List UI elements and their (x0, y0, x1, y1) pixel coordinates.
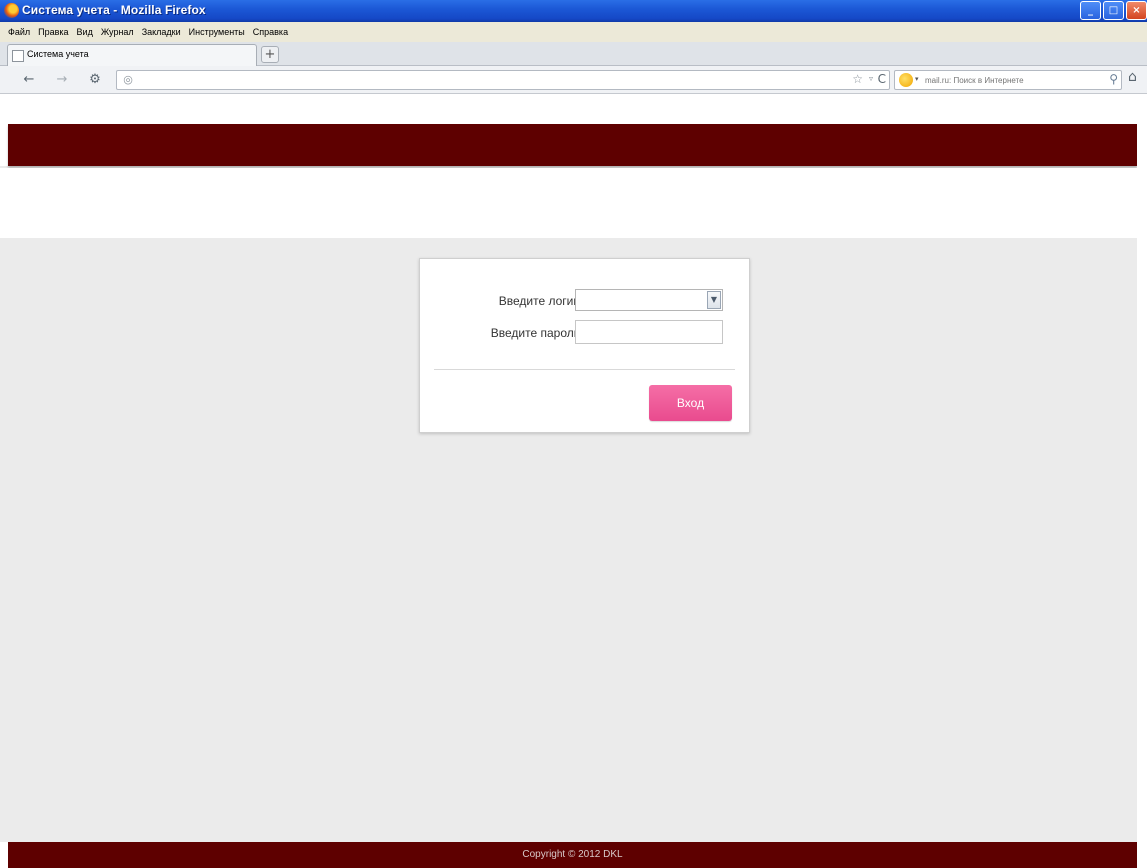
window-title: Система учета - Mozilla Firefox (22, 3, 206, 17)
search-engine-dropdown-icon[interactable]: ▾ (915, 75, 919, 83)
maximize-icon: □ (1108, 5, 1119, 16)
copyright-text: Copyright © 2012 DKL (522, 849, 623, 860)
close-button[interactable]: × (1126, 1, 1147, 20)
form-divider (434, 369, 735, 370)
search-bar[interactable]: ▾ ⚲ (894, 70, 1122, 90)
password-label: Введите пароль (490, 326, 580, 340)
close-icon: × (1132, 5, 1141, 16)
reload-icon[interactable]: C (878, 72, 886, 86)
password-input[interactable] (575, 320, 723, 344)
minimize-button[interactable]: _ (1080, 1, 1101, 20)
tab-label: Система учета (27, 49, 89, 59)
login-select[interactable]: ▼ (575, 289, 723, 311)
page-white-band (0, 168, 1137, 238)
search-icon[interactable]: ⚲ (1109, 72, 1118, 86)
browser-window: Система учета - Mozilla Firefox _ □ × Фа… (0, 0, 1147, 868)
chevron-down-icon[interactable]: ▼ (707, 291, 721, 309)
tab-bar: Система учета + (0, 42, 1147, 66)
menu-view[interactable]: Вид (73, 27, 97, 37)
menu-tools[interactable]: Инструменты (185, 27, 249, 37)
search-input[interactable] (923, 72, 1087, 89)
menu-edit[interactable]: Правка (34, 27, 72, 37)
page-top-band (0, 94, 1137, 124)
search-engine-icon[interactable] (899, 73, 913, 87)
menu-help[interactable]: Справка (249, 27, 292, 37)
login-label: Введите логин (498, 294, 580, 308)
login-form: Введите логин ▼ Введите пароль Вход (419, 258, 750, 433)
page-viewport: Введите логин ▼ Введите пароль Вход Copy… (0, 94, 1137, 868)
forward-icon[interactable]: → (53, 71, 71, 89)
tab-active[interactable]: Система учета (7, 44, 257, 66)
maximize-button[interactable]: □ (1103, 1, 1124, 20)
page-favicon-icon (12, 50, 24, 62)
bookmark-star-icon[interactable]: ☆ (852, 72, 863, 86)
history-icon[interactable]: ⚙ (86, 71, 104, 89)
globe-icon: ◎ (123, 73, 133, 86)
login-button[interactable]: Вход (649, 385, 732, 421)
menu-history[interactable]: Журнал (97, 27, 138, 37)
site-header (8, 124, 1137, 166)
menu-bar: Файл Правка Вид Журнал Закладки Инструме… (0, 22, 1147, 42)
navigation-bar: ← → ⚙ ◎ ☆ ▿ C ▾ ⚲ ⌂ (0, 66, 1147, 94)
title-bar: Система учета - Mozilla Firefox _ □ × (0, 0, 1147, 22)
back-icon[interactable]: ← (20, 71, 38, 89)
new-tab-button[interactable]: + (261, 46, 279, 63)
url-dropdown-icon[interactable]: ▿ (869, 74, 873, 83)
site-footer: Copyright © 2012 DKL (8, 842, 1137, 868)
page-right-gutter (1137, 94, 1147, 868)
menu-bookmarks[interactable]: Закладки (138, 27, 185, 37)
minimize-icon: _ (1088, 5, 1093, 16)
firefox-icon (4, 3, 19, 18)
home-icon[interactable]: ⌂ (1128, 69, 1137, 85)
window-controls: _ □ × (1080, 1, 1147, 21)
footer-gap (0, 842, 8, 868)
header-gap (0, 124, 8, 166)
address-bar[interactable]: ◎ ☆ ▿ C (116, 70, 890, 90)
menu-file[interactable]: Файл (4, 27, 34, 37)
